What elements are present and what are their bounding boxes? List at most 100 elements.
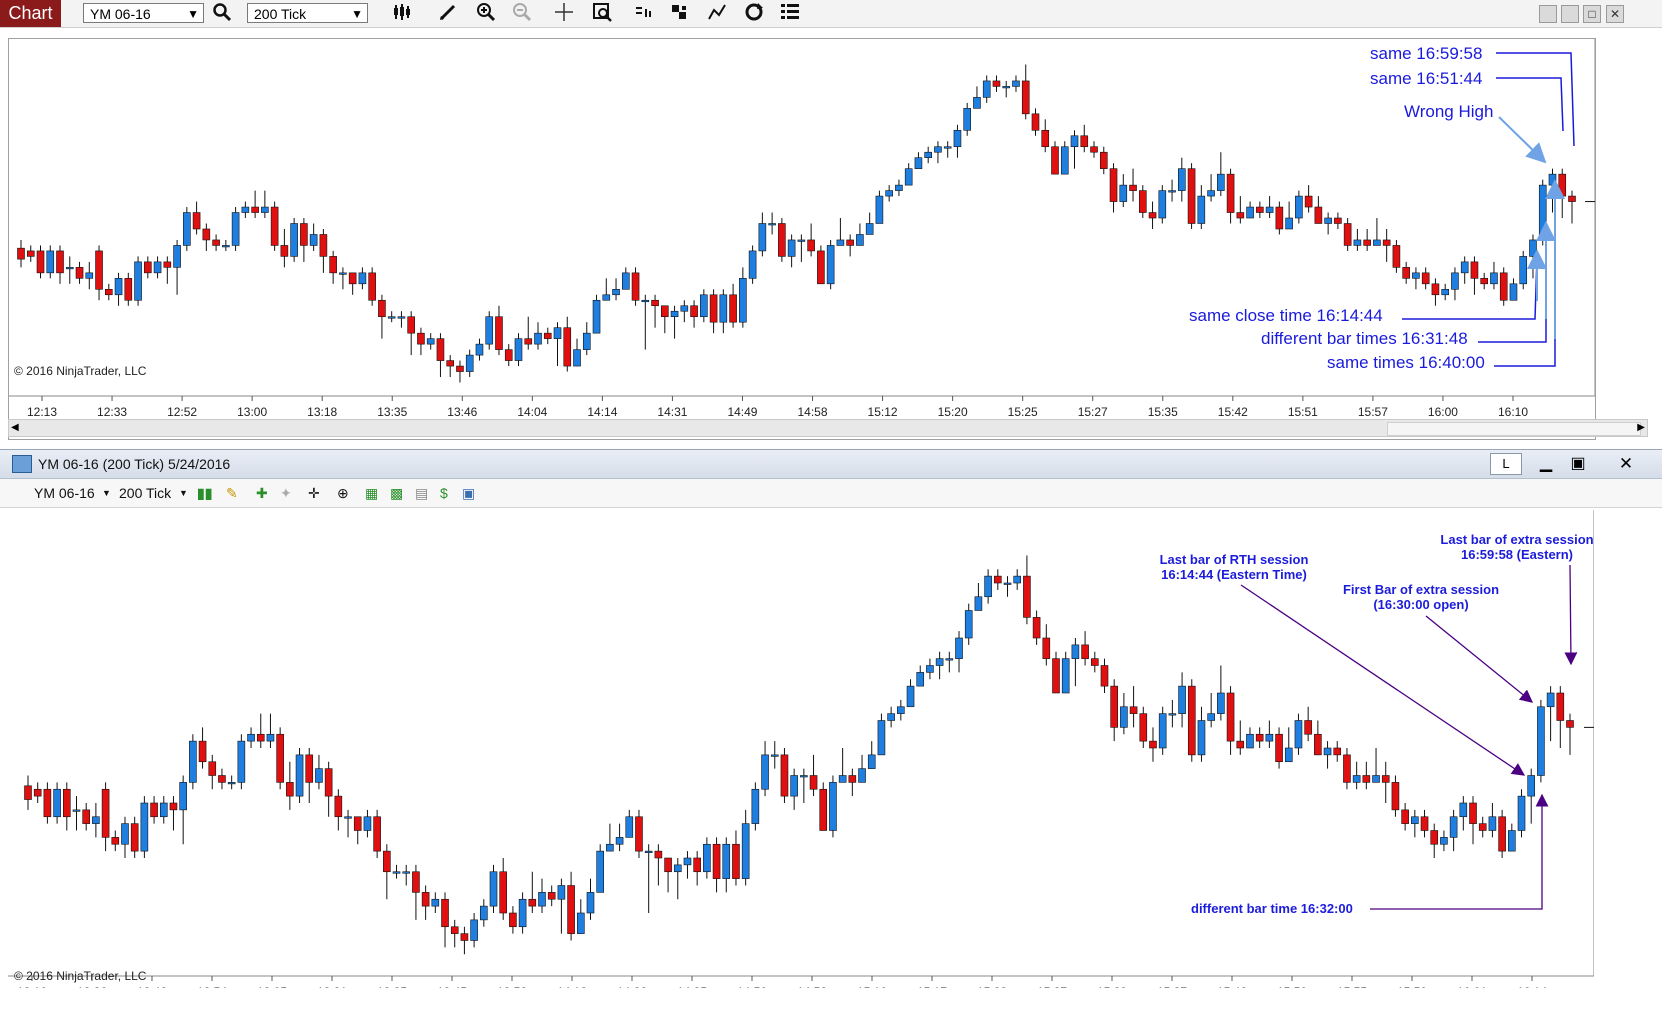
candle-up [1060, 146, 1069, 175]
close-button[interactable]: ✕ [1606, 5, 1624, 23]
candle-up [227, 782, 236, 785]
candle-down [1187, 168, 1196, 224]
candle-down [1469, 802, 1477, 824]
minimize-button[interactable] [1539, 5, 1557, 23]
candle-up [1246, 206, 1254, 219]
x-tick-label: 14:22 [617, 985, 647, 988]
interval-selector-value: 200 Tick [254, 6, 307, 22]
reload-icon[interactable] [742, 2, 766, 26]
x-tick-label: 15:35 [1148, 405, 1178, 419]
scroll-left-icon[interactable]: ◀ [11, 420, 19, 436]
candle-down [1431, 283, 1440, 296]
candle-down [524, 338, 533, 345]
add-indicator-icon[interactable]: ✚ [256, 479, 268, 507]
screenshot-icon[interactable]: ▤ [415, 479, 428, 507]
indicator-panel-icon[interactable]: ▩ [390, 479, 403, 507]
candle-up [183, 212, 191, 246]
scrollbar-thumb[interactable] [1387, 422, 1641, 436]
candle-up [153, 261, 162, 274]
candle-down [1304, 195, 1313, 208]
candle-up [1158, 190, 1167, 219]
line-tool-icon[interactable] [705, 2, 729, 26]
candle-down [1023, 575, 1031, 618]
interval-dropdown[interactable]: 200 Tick [119, 479, 171, 507]
candle-up [309, 234, 318, 246]
dollar-icon[interactable]: $ [440, 479, 448, 507]
maximize-button[interactable]: ▣ [1565, 454, 1591, 474]
maximize-button[interactable]: □ [1583, 5, 1601, 23]
crosshair-icon[interactable] [552, 2, 576, 26]
candle-down [441, 898, 449, 928]
candle-up [426, 338, 435, 345]
candle-up [231, 212, 240, 246]
pencil-draw-icon[interactable] [436, 2, 460, 26]
x-tick-label: 13:58 [497, 985, 527, 988]
candle-up [465, 354, 474, 372]
properties-icon[interactable]: ▣ [462, 479, 475, 507]
candlestick-style-icon[interactable] [390, 2, 414, 26]
candle-down [778, 223, 786, 257]
data-series-icon[interactable]: ▦ [365, 479, 378, 507]
bar-style-icon[interactable]: ▮▮ [197, 479, 212, 507]
instrument-dropdown[interactable]: YM 06-16 [34, 479, 95, 507]
minimize-button[interactable]: ▁ [1533, 454, 1559, 474]
bottom-chart-panel[interactable]: 1772017715177101770517700176951769017685… [8, 510, 1642, 999]
chart-tab[interactable]: Chart [0, 0, 61, 27]
candle-up [480, 905, 488, 921]
interval-selector[interactable]: 200 Tick ▼ [247, 3, 368, 23]
horizontal-scrollbar[interactable]: ◀ ▶ [8, 419, 1648, 437]
crosshair-icon[interactable]: ✛ [308, 479, 320, 507]
candle-down [495, 316, 503, 350]
restore-button[interactable] [1561, 5, 1579, 23]
candle-up [1519, 256, 1528, 285]
top-chart-panel[interactable]: 1771517710177051770017695176901768517680… [8, 38, 1643, 440]
zoom-icon[interactable]: ⊕ [337, 479, 349, 507]
candle-up [982, 80, 991, 98]
annotation-same-165958: same 16:59:58 [1370, 44, 1482, 63]
candle-up [973, 97, 981, 109]
scroll-right-icon[interactable]: ▶ [1637, 420, 1645, 436]
annotation-different-bar-time: different bar time 16:32:00 [1191, 901, 1353, 916]
candle-up [1295, 195, 1303, 219]
candle-down [36, 250, 45, 274]
candle-down [124, 278, 133, 301]
data-box-icon[interactable] [590, 2, 614, 26]
candle-up [475, 343, 484, 356]
candle-down [848, 775, 857, 783]
properties-list-icon[interactable] [778, 2, 802, 26]
candle-up [518, 898, 527, 928]
zoom-out-icon[interactable] [510, 2, 534, 26]
candle-down [305, 754, 314, 783]
candle-up [615, 837, 624, 845]
x-tick-label: 15:27 [1078, 405, 1108, 419]
indicators-icon[interactable] [632, 2, 656, 26]
candle-up [295, 754, 304, 797]
x-tick-label: 14:14 [587, 405, 617, 419]
candle-down [144, 261, 152, 274]
chevron-down-icon[interactable]: ▼ [102, 479, 111, 507]
arrow-last-extra-bar [1564, 564, 1578, 666]
candle-down [1090, 146, 1098, 153]
candle-up [1284, 747, 1293, 763]
strategy-icon[interactable]: ✦ [280, 479, 292, 507]
link-button[interactable]: L [1490, 453, 1522, 475]
candle-down [846, 239, 854, 246]
candle-up [1012, 80, 1020, 87]
instrument-selector[interactable]: YM 06-16 ▼ [83, 3, 204, 23]
candle-up [943, 146, 952, 149]
search-icon[interactable] [210, 2, 234, 26]
close-button[interactable]: ✕ [1613, 454, 1639, 474]
candle-up [1373, 239, 1381, 246]
chevron-down-icon[interactable]: ▼ [179, 479, 188, 507]
x-tick-label: 15:20 [938, 405, 968, 419]
candle-down [563, 327, 572, 367]
strategies-icon[interactable] [668, 2, 692, 26]
candle-down [809, 775, 818, 790]
candle-down [1042, 637, 1051, 659]
x-tick-label: 15:37 [1157, 985, 1187, 988]
annotation-last-extra-time: 16:59:58 (Eastern) [1461, 547, 1573, 562]
candle-up [722, 843, 731, 879]
zoom-in-icon[interactable] [474, 2, 498, 26]
drawing-tool-icon[interactable]: ✎ [226, 479, 238, 507]
annotation-last-rth-bar: Last bar of RTH session [1160, 552, 1309, 567]
